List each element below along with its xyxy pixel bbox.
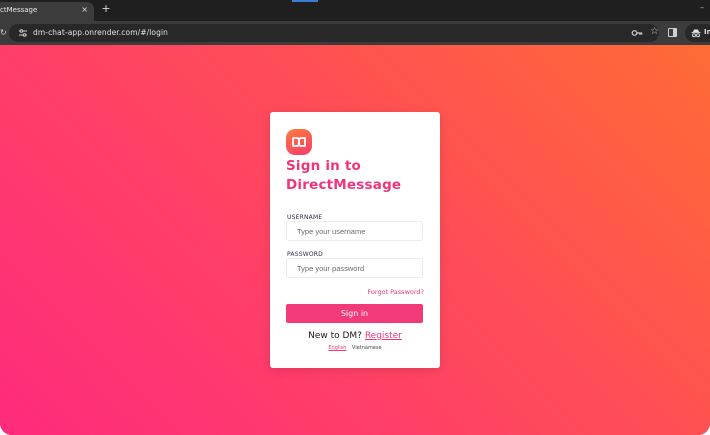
- reload-icon[interactable]: ↻: [0, 28, 7, 38]
- page-title: Sign in to DirectMessage: [286, 158, 402, 193]
- tab-close-icon[interactable]: ×: [81, 5, 88, 15]
- tab-title: ctMessage: [0, 6, 38, 14]
- sign-in-button[interactable]: Sign in: [286, 304, 423, 323]
- infinity-logo-icon: [286, 129, 312, 155]
- tab-strip: ctMessage × + –: [0, 0, 710, 21]
- tune-icon[interactable]: [18, 28, 28, 38]
- register-link[interactable]: Register: [365, 331, 402, 341]
- register-row: New to DM? Register: [270, 331, 440, 341]
- new-tab-button[interactable]: +: [100, 3, 112, 15]
- incognito-icon: [691, 29, 701, 38]
- password-label: PASSWORD: [287, 251, 324, 258]
- key-icon[interactable]: [631, 28, 643, 38]
- page-background: Sign in to DirectMessage USERNAME PASSWO…: [0, 45, 710, 435]
- language-vietnamese[interactable]: Vietnamese: [352, 345, 382, 351]
- language-switcher: English Vietnamese: [270, 345, 440, 351]
- password-input[interactable]: [286, 258, 423, 278]
- forgot-password-link[interactable]: Forgot Password?: [367, 288, 424, 296]
- register-prompt: New to DM?: [308, 331, 365, 341]
- tab-indicator: [292, 0, 318, 2]
- username-label: USERNAME: [287, 214, 323, 221]
- incognito-label: In: [704, 28, 710, 36]
- side-panel-icon[interactable]: [668, 28, 677, 37]
- url-text[interactable]: dm-chat-app.onrender.com/#/login: [33, 28, 168, 37]
- active-tab[interactable]: ctMessage ×: [0, 2, 94, 21]
- language-english[interactable]: English: [328, 345, 346, 351]
- minimize-button[interactable]: –: [700, 3, 704, 12]
- username-input[interactable]: [286, 221, 423, 241]
- star-icon[interactable]: ☆: [650, 26, 659, 38]
- login-card: Sign in to DirectMessage USERNAME PASSWO…: [270, 112, 440, 368]
- browser-window: ctMessage × + – ↻ dm-chat-app.onrender.c…: [0, 0, 710, 435]
- incognito-badge[interactable]: In: [685, 24, 710, 42]
- browser-toolbar: ↻ dm-chat-app.onrender.com/#/login ☆ In: [0, 21, 710, 45]
- address-bar[interactable]: dm-chat-app.onrender.com/#/login ☆: [9, 24, 659, 42]
